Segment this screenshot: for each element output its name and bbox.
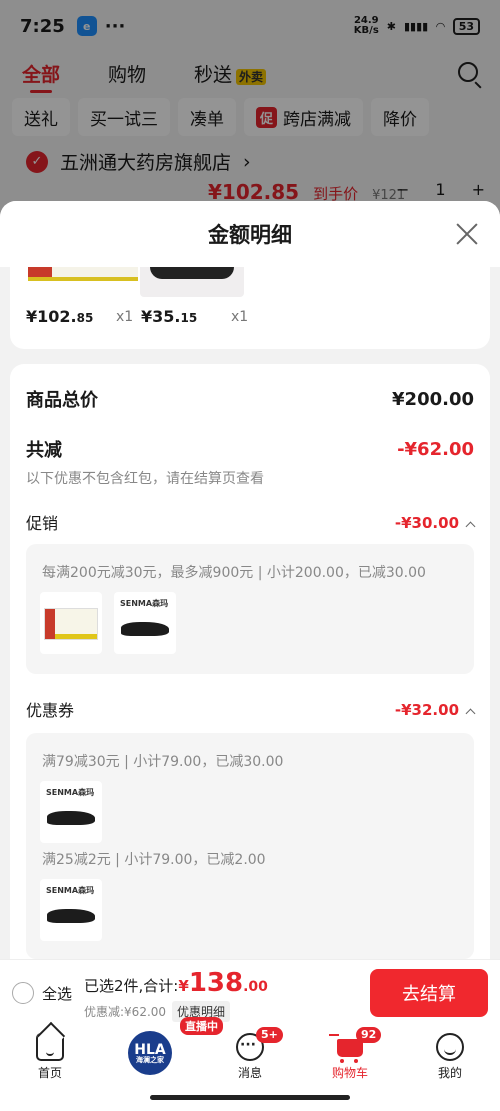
select-all-radio[interactable] bbox=[12, 982, 34, 1004]
tab-home-label: 首页 bbox=[37, 1066, 62, 1080]
promo-value-wrap: -¥30.00 bbox=[394, 513, 476, 532]
product-price: ¥35.15 bbox=[141, 307, 197, 326]
summary-decimal: .00 bbox=[243, 979, 268, 995]
sheet-title: 金额明细 bbox=[208, 223, 292, 247]
shoe-image: SENMA森玛 bbox=[40, 879, 102, 941]
hla-logo-icon: HLA 海澜之家 bbox=[128, 1031, 172, 1075]
page: 7:25 e ··· 24.9 KB/s ✱ ▮▮▮▮ ◠ 53 全部 购物 秒… bbox=[0, 0, 500, 1111]
product-qty: x1 bbox=[116, 309, 134, 325]
product-summary-card: ¥102.85 x1 ¥35.15 x1 bbox=[10, 267, 490, 349]
home-icon bbox=[36, 1033, 64, 1061]
coupon-rule: 满25减2元 | 小计79.00，已减2.00 bbox=[42, 852, 266, 868]
total-label: 商品总价 bbox=[26, 390, 98, 411]
shoe-image: SENMA森玛 bbox=[114, 592, 176, 654]
shoe-shape bbox=[121, 622, 169, 636]
discount-label: 共减 bbox=[26, 440, 62, 461]
promo-rule: 每满200元减30元，最多减900元 | 小计200.00，已减30.00 bbox=[42, 565, 426, 581]
hla-logo-text: HLA bbox=[134, 1041, 166, 1058]
tab-me-label: 我的 bbox=[437, 1066, 462, 1080]
medicine-thumbnail bbox=[28, 267, 138, 281]
coupon-label: 优惠券 bbox=[26, 701, 75, 720]
total-summary: 已选2件,合计: ¥ 138 .00 bbox=[84, 968, 268, 998]
cart-badge: 92 bbox=[356, 1027, 382, 1043]
discount-text: 优惠减:¥62.00 bbox=[84, 1005, 167, 1019]
summary-currency: ¥ bbox=[178, 977, 189, 995]
message-badge: 5+ bbox=[256, 1027, 283, 1043]
product-qty: x1 bbox=[231, 309, 249, 325]
total-row: 商品总价 ¥200.00 bbox=[26, 386, 474, 412]
coupon-value-wrap: -¥32.00 bbox=[394, 700, 476, 719]
select-all-label[interactable]: 全选 bbox=[42, 983, 72, 1004]
coupon-group: 满79减30元 | 小计79.00，已减30.00 SENMA森玛 满25减2元… bbox=[26, 733, 474, 959]
shoe-brand: SENMA森玛 bbox=[120, 599, 169, 608]
coupon-row[interactable]: 优惠券 -¥32.00 bbox=[26, 697, 476, 721]
summary-total: 138 bbox=[188, 968, 244, 998]
shoe-brand: SENMA森玛 bbox=[46, 788, 95, 797]
tab-messages-label: 消息 bbox=[237, 1066, 262, 1080]
bottom-tab-bar: 首页 HLA海澜之家 直播中 5+ 消息 92 购物车 我的 bbox=[0, 1017, 500, 1087]
coupon-value: -¥32.00 bbox=[394, 700, 459, 719]
gesture-bar[interactable] bbox=[150, 1095, 350, 1100]
promo-row[interactable]: 促销 -¥30.00 bbox=[26, 510, 476, 534]
promo-value: -¥30.00 bbox=[394, 513, 459, 532]
medicine-image bbox=[40, 592, 102, 654]
tab-cart[interactable]: 92 购物车 bbox=[300, 1025, 400, 1087]
tab-messages[interactable]: 5+ 消息 bbox=[200, 1025, 300, 1087]
promo-label: 促销 bbox=[26, 514, 59, 533]
close-icon[interactable] bbox=[454, 221, 480, 247]
tab-me[interactable]: 我的 bbox=[400, 1025, 500, 1087]
promo-group: 每满200元减30元，最多减900元 | 小计200.00，已减30.00 SE… bbox=[26, 544, 474, 674]
product-price-dec: 85 bbox=[76, 311, 94, 325]
shoe-thumbnail bbox=[140, 267, 244, 297]
checkout-button[interactable]: 去结算 bbox=[370, 969, 488, 1017]
sheet-header: 金额明细 bbox=[0, 201, 500, 267]
shoe-shape bbox=[47, 909, 95, 923]
profile-icon bbox=[436, 1033, 464, 1061]
summary-prefix: 已选2件,合计: bbox=[84, 977, 179, 995]
checkout-bar: 全选 已选2件,合计: ¥ 138 .00 优惠减:¥62.00 优惠明细 去结… bbox=[0, 959, 500, 1025]
tab-home[interactable]: 首页 bbox=[0, 1025, 100, 1087]
product-price: ¥102.85 bbox=[26, 307, 93, 326]
product-price-dec: 15 bbox=[180, 311, 198, 325]
shoe-brand: SENMA森玛 bbox=[46, 886, 95, 895]
hla-logo-subtext: 海澜之家 bbox=[136, 1055, 164, 1064]
discount-note: 以下优惠不包含红包，请在结算页查看 bbox=[26, 471, 264, 487]
shoe-shape bbox=[47, 811, 95, 825]
chevron-up-icon bbox=[465, 708, 476, 718]
shoe-image: SENMA森玛 bbox=[40, 781, 102, 843]
tab-cart-label: 购物车 bbox=[331, 1066, 368, 1080]
coupon-rule: 满79减30元 | 小计79.00，已减30.00 bbox=[42, 754, 284, 770]
chevron-up-icon bbox=[465, 521, 476, 531]
overlay-dim[interactable] bbox=[0, 0, 500, 230]
discount-row: 共减 -¥62.00 bbox=[26, 436, 474, 462]
product-price-int: ¥102. bbox=[26, 307, 77, 326]
tab-live[interactable]: HLA 海澜之家 直播中 bbox=[100, 1017, 223, 1087]
medicine-box bbox=[44, 608, 98, 640]
discount-value: -¥62.00 bbox=[397, 438, 474, 460]
product-price-int: ¥35. bbox=[141, 307, 181, 326]
total-value: ¥200.00 bbox=[392, 388, 474, 410]
